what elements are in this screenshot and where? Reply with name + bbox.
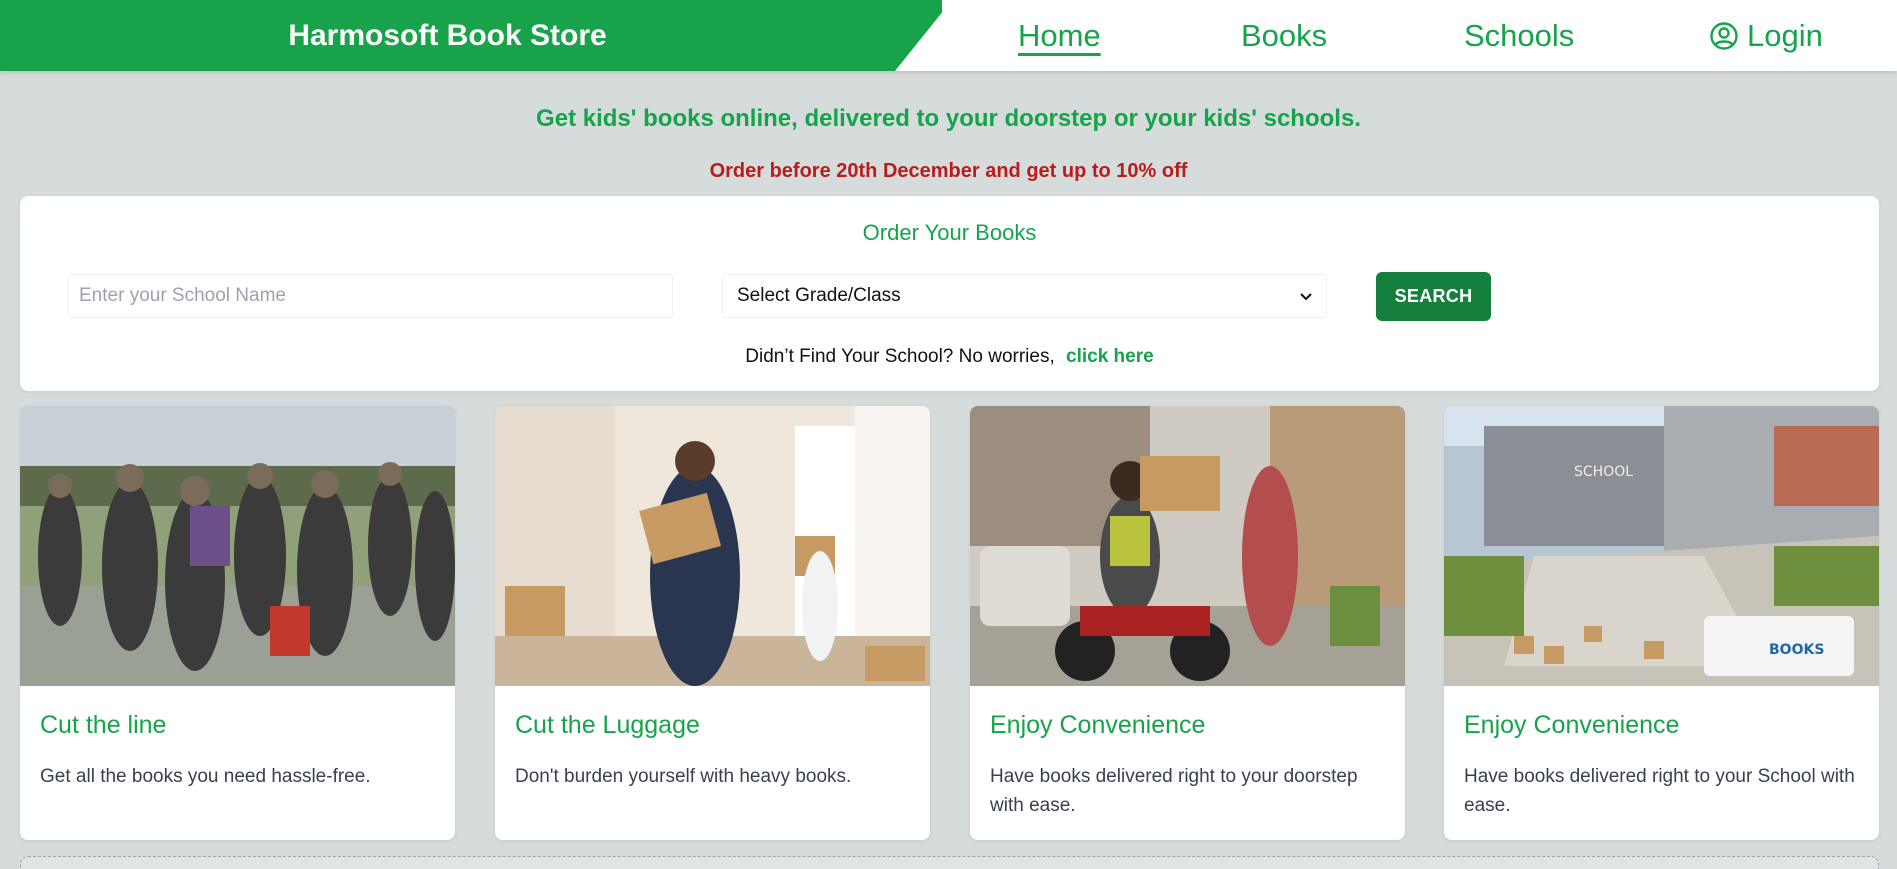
order-title: Order Your Books: [862, 220, 1037, 245]
svg-text:SCHOOL: SCHOOL: [1574, 464, 1633, 480]
promo-banner: Order before 20th December and get up to…: [709, 160, 1188, 182]
feature-card-cut-the-luggage: Cut the Luggage Don't burden yourself wi…: [495, 406, 930, 840]
motorbike-delivery-photo: [970, 406, 1405, 686]
chevron-down-icon: [1298, 288, 1314, 304]
nav-schools[interactable]: Schools: [1464, 0, 1574, 71]
nav-books[interactable]: Books: [1241, 0, 1327, 71]
card-title: Cut the line: [40, 711, 167, 739]
people-queue-photo: [20, 406, 455, 686]
top-navbar: Harmosoft Book Store Home Books Schools …: [0, 0, 1897, 71]
card-title: Enjoy Convenience: [1464, 711, 1680, 739]
school-name-input[interactable]: [68, 274, 673, 318]
next-section-edge: [20, 856, 1879, 869]
nav-books-label[interactable]: Books: [1241, 18, 1327, 54]
nav-home-label[interactable]: Home: [1018, 18, 1101, 54]
grade-class-select[interactable]: Select Grade/Class: [722, 274, 1327, 318]
feature-card-enjoy-convenience-school: SCHOOL BOOKS Enjoy Convenience Have book…: [1444, 406, 1879, 840]
card-description: Don't burden yourself with heavy books.: [515, 766, 852, 787]
card-title: Cut the Luggage: [515, 711, 700, 739]
not-found-text: Didn’t Find Your School? No worries,: [745, 346, 1055, 367]
feature-card-enjoy-convenience-home: Enjoy Convenience Have books delivered r…: [970, 406, 1405, 840]
card-title: Enjoy Convenience: [990, 711, 1206, 739]
nav-login[interactable]: Login: [1709, 0, 1823, 71]
woman-carrying-boxes-photo: [495, 406, 930, 686]
brand-title[interactable]: Harmosoft Book Store: [0, 0, 895, 71]
search-button[interactable]: SEARCH: [1376, 272, 1491, 321]
user-circle-icon: [1709, 21, 1739, 51]
grade-select-value: Select Grade/Class: [737, 285, 901, 306]
card-description: Have books delivered right to your Schoo…: [1464, 766, 1855, 816]
click-here-link[interactable]: click here: [1066, 346, 1154, 367]
card-description: Have books delivered right to your doors…: [990, 766, 1358, 816]
card-description: Get all the books you need hassle-free.: [40, 766, 371, 787]
nav-login-label[interactable]: Login: [1747, 18, 1823, 54]
feature-card-cut-the-line: Cut the line Get all the books you need …: [20, 406, 455, 840]
svg-text:BOOKS: BOOKS: [1769, 642, 1824, 658]
school-delivery-van-photo: SCHOOL BOOKS: [1444, 406, 1879, 686]
order-books-card: Order Your Books Select Grade/Class SEAR…: [20, 196, 1879, 391]
school-not-found-note: Didn’t Find Your School? No worries, cli…: [20, 346, 1879, 368]
nav-schools-label[interactable]: Schools: [1464, 18, 1574, 54]
nav-home[interactable]: Home: [1018, 0, 1101, 71]
hero-tagline: Get kids' books online, delivered to you…: [536, 105, 1361, 132]
